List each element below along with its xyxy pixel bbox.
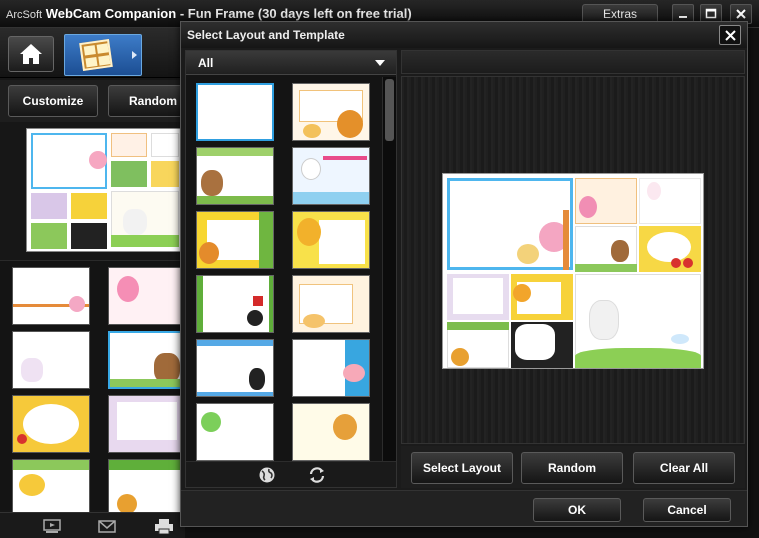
dialog-titlebar: Select Layout and Template (181, 22, 747, 48)
fun-frame-icon (79, 39, 113, 71)
select-layout-button[interactable]: Select Layout (411, 452, 513, 484)
email-icon[interactable] (98, 518, 118, 534)
left-frame-list (0, 260, 186, 517)
template-thumb[interactable] (196, 275, 274, 333)
customize-button[interactable]: Customize (8, 85, 98, 117)
template-list-panel: All (185, 50, 397, 488)
nav-row (0, 28, 185, 78)
home-button[interactable] (8, 36, 54, 72)
close-icon (725, 30, 736, 41)
left-panel: Customize Random (0, 28, 198, 538)
maximize-icon (705, 8, 717, 19)
home-icon (20, 44, 42, 64)
left-frame-thumb[interactable] (12, 331, 90, 389)
refresh-icon[interactable] (308, 466, 326, 484)
preview-header (401, 50, 745, 74)
fun-frame-mode-button[interactable] (64, 34, 142, 76)
template-thumb[interactable] (292, 403, 370, 461)
globe-icon[interactable] (258, 466, 276, 484)
dialog-close-button[interactable] (719, 25, 741, 45)
window-subtitle: - Fun Frame (30 days left on free trial) (179, 6, 412, 21)
ok-button[interactable]: OK (533, 498, 621, 522)
template-filter-dropdown[interactable]: All (186, 51, 396, 75)
template-thumb[interactable] (196, 403, 274, 461)
template-thumb-blank-selected[interactable] (196, 83, 274, 141)
left-frame-thumb-selected[interactable] (108, 331, 186, 389)
dialog-footer: OK Cancel (181, 490, 747, 526)
cancel-button[interactable]: Cancel (643, 498, 731, 522)
layout-preview (442, 173, 704, 369)
left-frame-thumb[interactable] (12, 267, 90, 325)
template-tools-bar (186, 461, 396, 487)
left-frame-thumb[interactable] (12, 459, 90, 517)
template-thumb[interactable] (292, 275, 370, 333)
product-name: WebCam Companion (45, 6, 177, 21)
template-thumb[interactable] (292, 83, 370, 141)
action-bar: Select Layout Random Clear All (401, 446, 745, 488)
template-thumb[interactable] (292, 211, 370, 269)
brand-name: ArcSoft (6, 9, 43, 21)
left-frame-thumb[interactable] (108, 267, 186, 325)
left-frame-thumb[interactable] (12, 395, 90, 453)
template-thumb[interactable] (196, 339, 274, 397)
template-thumb[interactable] (196, 211, 274, 269)
left-frame-thumb[interactable] (108, 395, 186, 453)
template-grid (186, 77, 382, 461)
template-thumb[interactable] (292, 147, 370, 205)
dialog-title: Select Layout and Template (187, 28, 345, 42)
scrollbar-thumb[interactable] (385, 79, 394, 141)
dialog-random-button[interactable]: Random (521, 452, 623, 484)
current-layout-preview (26, 128, 182, 252)
select-layout-dialog: Select Layout and Template All Select La… (180, 21, 748, 527)
left-footer-toolbar (0, 512, 185, 538)
print-icon[interactable] (154, 518, 174, 534)
template-thumb[interactable] (196, 147, 274, 205)
chevron-right-icon (132, 51, 137, 59)
layout-preview-area (401, 76, 745, 444)
template-thumb[interactable] (292, 339, 370, 397)
filter-value: All (198, 56, 214, 70)
chevron-down-icon (375, 60, 385, 66)
left-tool-row: Customize Random (0, 80, 198, 122)
template-list-scrollbar[interactable] (382, 77, 396, 461)
app-title: ArcSoft WebCam Companion - Fun Frame (30… (6, 6, 412, 21)
left-frame-thumb[interactable] (108, 459, 186, 517)
video-icon[interactable] (42, 518, 62, 534)
minimize-icon (679, 16, 687, 18)
close-icon (736, 9, 746, 19)
clear-all-button[interactable]: Clear All (633, 452, 735, 484)
